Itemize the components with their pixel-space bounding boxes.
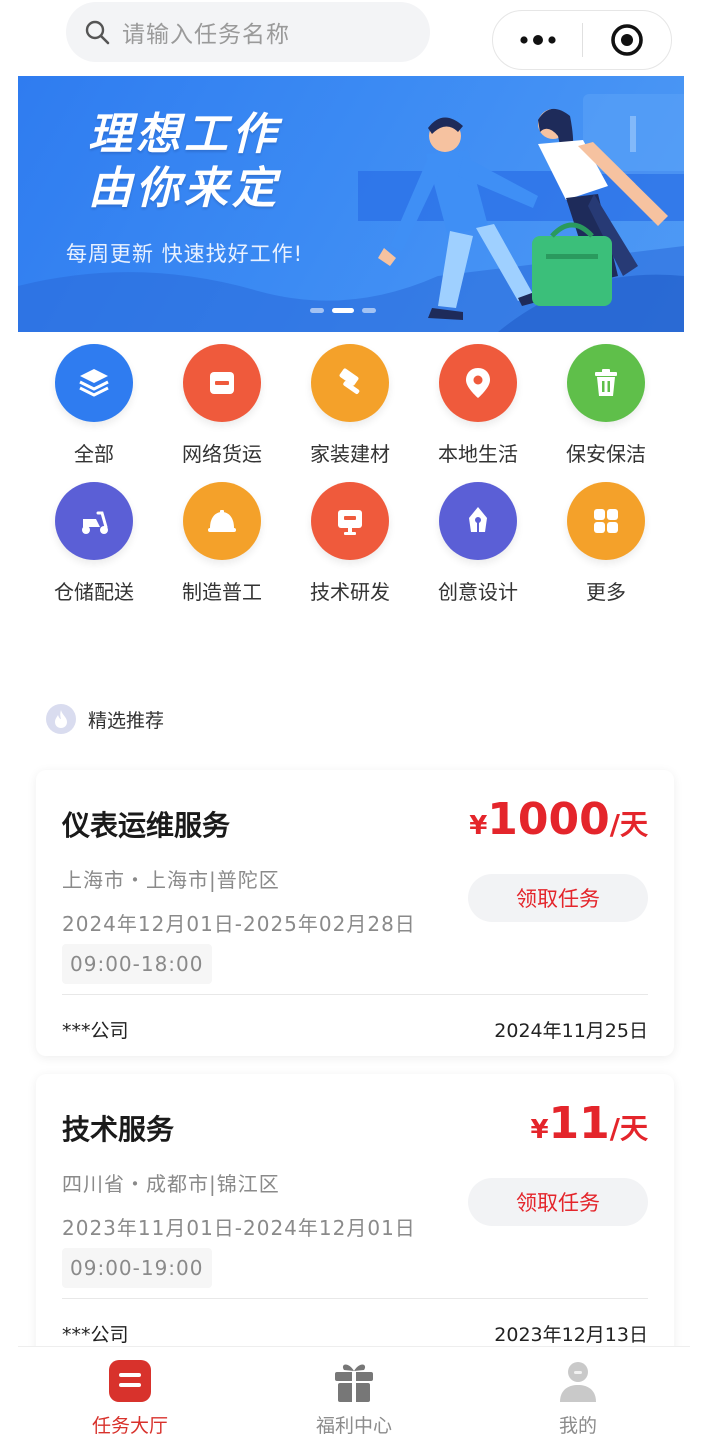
gift-icon [330,1357,378,1405]
pen-nib-icon [439,482,517,560]
mini-program-capsule [492,10,672,70]
tab-label: 福利中心 [315,1415,392,1437]
more-button[interactable] [493,11,582,69]
tab-label: 任务大厅 [91,1415,168,1437]
category-local-life[interactable]: 本地生活 [414,344,542,466]
price-currency: ¥ [530,1115,549,1145]
category-label: 本地生活 [438,442,518,466]
carousel-dot[interactable] [362,308,376,313]
search-placeholder: 请输入任务名称 [122,22,290,48]
location-pin-icon [439,344,517,422]
job-company: ***公司 [62,1020,129,1042]
banner-subtitle: 每周更新 快速找好工作! [66,242,304,266]
card-divider [62,994,648,995]
price-unit: /天 [609,1112,648,1145]
job-price: ¥1000/天 [469,794,648,845]
claim-task-button[interactable]: 领取任务 [468,1178,648,1226]
section-header-featured: 精选推荐 [46,704,164,734]
banner-title-line2: 由你来定 [88,163,280,214]
more-dots-icon [519,35,556,45]
tab-label: 我的 [558,1415,597,1437]
hard-hat-icon [183,482,261,560]
category-warehouse-delivery[interactable]: 仓储配送 [30,482,158,604]
category-manufacturing[interactable]: 制造普工 [158,482,286,604]
job-location: 上海市・上海市|普陀区 [62,868,280,892]
card-icon [183,344,261,422]
category-label: 制造普工 [182,580,262,604]
grid-icon [567,482,645,560]
tab-welfare-center[interactable]: 福利中心 [242,1347,466,1440]
promo-banner[interactable]: 理想工作 由你来定 每周更新 快速找好工作! [18,76,684,332]
category-label: 家装建材 [310,442,390,466]
trash-icon [567,344,645,422]
category-grid: 全部 网络货运 家装建材 本地生活 保安保洁 仓储配送 制造普工 技术研发 创意… [30,344,670,604]
job-location: 四川省・成都市|锦江区 [62,1172,280,1196]
target-icon [611,24,643,56]
tab-mine[interactable]: 我的 [466,1347,690,1440]
search-icon [85,20,110,45]
price-unit: /天 [609,808,648,841]
job-price: ¥11/天 [530,1098,648,1149]
carousel-dot-active[interactable] [332,308,354,313]
category-label: 全部 [74,442,114,466]
layers-icon [55,344,133,422]
close-mini-program-button[interactable] [583,11,671,69]
job-posted-date: 2023年12月13日 [494,1324,648,1346]
search-input[interactable]: 请输入任务名称 [66,2,430,62]
category-security-cleaning[interactable]: 保安保洁 [542,344,670,466]
job-company: ***公司 [62,1324,129,1346]
card-divider [62,1298,648,1299]
job-date-range: 2024年12月01日-2025年02月28日 [62,912,416,936]
category-label: 更多 [586,580,626,604]
scooter-icon [55,482,133,560]
user-icon [554,1357,602,1405]
job-card[interactable]: 技术服务 ¥11/天 四川省・成都市|锦江区 2023年11月01日-2024年… [36,1074,674,1360]
price-amount: 11 [548,1098,610,1149]
section-title: 精选推荐 [88,709,165,732]
category-label: 网络货运 [182,442,262,466]
category-label: 保安保洁 [566,442,646,466]
banner-title-line1: 理想工作 [88,109,280,160]
task-hall-icon [106,1357,154,1405]
category-label: 仓储配送 [54,580,134,604]
banner-title: 理想工作 由你来定 [88,108,280,216]
job-hours: 09:00-19:00 [62,1248,212,1288]
category-more[interactable]: 更多 [542,482,670,604]
category-tech-rd[interactable]: 技术研发 [286,482,414,604]
carousel-dot[interactable] [310,308,324,313]
job-card[interactable]: 仪表运维服务 ¥1000/天 上海市・上海市|普陀区 2024年12月01日-2… [36,770,674,1056]
monitor-icon [311,482,389,560]
category-label: 技术研发 [310,580,390,604]
category-label: 创意设计 [438,580,518,604]
category-network-freight[interactable]: 网络货运 [158,344,286,466]
bottom-tab-bar: 任务大厅 福利中心 我的 [18,1346,690,1440]
job-posted-date: 2024年11月25日 [494,1020,648,1042]
job-title: 仪表运维服务 [62,809,231,842]
job-title: 技术服务 [62,1113,175,1146]
carousel-indicator [310,308,376,313]
claim-task-button[interactable]: 领取任务 [468,874,648,922]
tab-task-hall[interactable]: 任务大厅 [18,1347,242,1440]
price-amount: 1000 [487,794,610,845]
category-home-building[interactable]: 家装建材 [286,344,414,466]
fire-icon [46,704,76,734]
job-hours: 09:00-18:00 [62,944,212,984]
category-all[interactable]: 全部 [30,344,158,466]
price-currency: ¥ [469,811,488,841]
category-creative-design[interactable]: 创意设计 [414,482,542,604]
job-date-range: 2023年11月01日-2024年12月01日 [62,1216,416,1240]
hammer-icon [311,344,389,422]
